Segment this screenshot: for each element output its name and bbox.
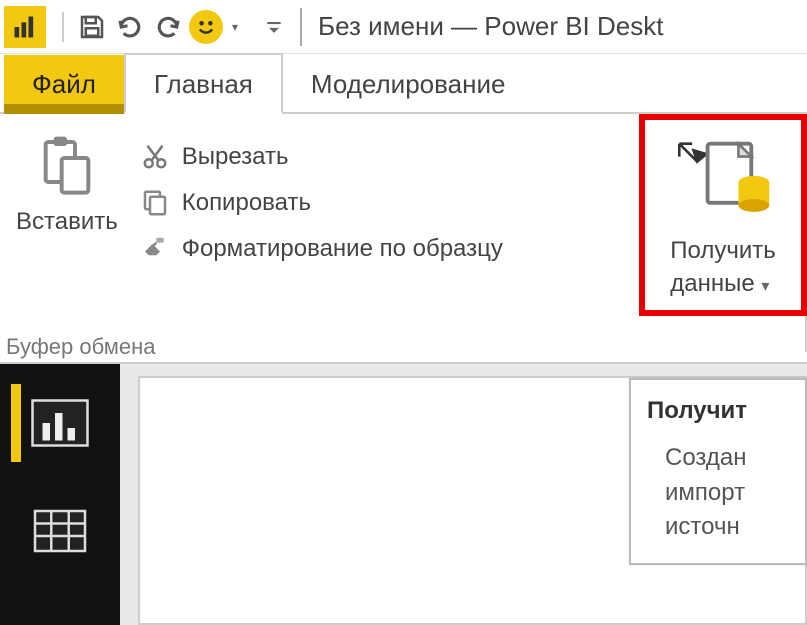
tooltip-title: Получит: [647, 394, 793, 429]
view-rail: [0, 364, 120, 625]
report-view-icon: [30, 398, 90, 448]
get-data-label-1: Получить: [670, 237, 775, 264]
window-title: Без имени — Power BI Deskt: [318, 11, 663, 42]
save-icon: [77, 12, 107, 42]
feedback-button[interactable]: [188, 7, 224, 47]
ribbon: Вставить Вырезать: [0, 114, 807, 364]
format-painter-button[interactable]: Форматирование по образцу: [128, 226, 513, 272]
paste-label: Вставить: [16, 208, 118, 236]
cut-icon: [138, 140, 172, 174]
undo-button[interactable]: [112, 7, 148, 47]
separator: [300, 8, 302, 46]
redo-icon: [153, 12, 183, 42]
copy-button[interactable]: Копировать: [128, 180, 513, 226]
cut-button[interactable]: Вырезать: [128, 134, 513, 180]
save-button[interactable]: [74, 7, 110, 47]
copy-icon: [138, 186, 172, 220]
tooltip-line: источн: [665, 510, 793, 545]
format-painter-label: Форматирование по образцу: [182, 235, 503, 263]
copy-label: Копировать: [182, 189, 311, 217]
title-bar: ▾ Без имени — Power BI Deskt: [0, 0, 807, 54]
data-view-button[interactable]: [16, 492, 104, 570]
data-view-icon: [30, 506, 90, 556]
tooltip-line: импорт: [665, 476, 793, 511]
customize-icon: [264, 12, 284, 42]
smiley-icon: [189, 10, 223, 44]
app-icon: [4, 6, 46, 48]
qat-customize[interactable]: [264, 7, 284, 47]
format-painter-icon: [138, 232, 172, 266]
feedback-dropdown[interactable]: ▾: [226, 20, 244, 34]
get-data-tooltip: Получит Создан импорт источн: [629, 378, 807, 565]
get-data-button[interactable]: Получить данные ▾: [639, 114, 807, 316]
tab-file[interactable]: Файл: [4, 55, 124, 114]
paste-icon: [31, 130, 103, 202]
tab-home[interactable]: Главная: [124, 53, 283, 114]
paste-button[interactable]: Вставить: [6, 124, 128, 242]
chevron-down-icon: ▾: [761, 278, 769, 295]
redo-button[interactable]: [150, 7, 186, 47]
get-data-label-2: данные: [670, 270, 754, 297]
get-data-icon: [668, 126, 778, 235]
ribbon-tabs: Файл Главная Моделирование: [0, 54, 807, 114]
tab-modeling[interactable]: Моделирование: [283, 55, 534, 112]
tooltip-line: Создан: [665, 441, 793, 476]
powerbi-icon: [11, 13, 39, 41]
separator: [62, 12, 64, 42]
undo-icon: [115, 12, 145, 42]
cut-label: Вырезать: [182, 143, 289, 171]
group-clipboard-label: Буфер обмена: [6, 334, 799, 360]
report-view-button[interactable]: [11, 384, 99, 462]
